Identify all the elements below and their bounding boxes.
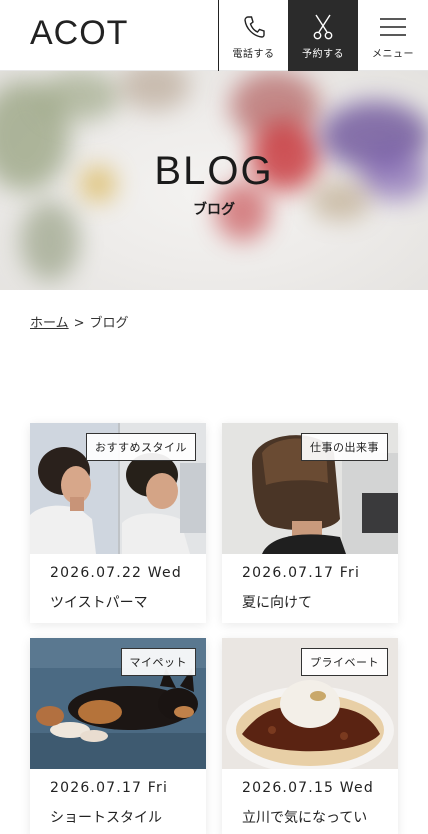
breadcrumb-current: ブログ: [89, 316, 129, 331]
post-date: 2026.07.15 Wed: [242, 780, 374, 796]
blog-card[interactable]: プライベート 2026.07.15 Wed 立川で気になってい: [222, 638, 398, 834]
menu-button[interactable]: メニュー: [358, 0, 428, 71]
post-date: 2026.07.22 Wed: [50, 565, 182, 581]
category-tag[interactable]: おすすめスタイル: [86, 433, 196, 461]
post-title[interactable]: ショートスタイル: [50, 806, 190, 830]
breadcrumb-home-link[interactable]: ホーム: [30, 316, 69, 331]
category-tag[interactable]: 仕事の出来事: [301, 433, 388, 461]
breadcrumb: ホーム > ブログ: [30, 312, 129, 331]
reserve-button[interactable]: 予約する: [288, 0, 358, 71]
site-header: ACOT 電話する 予約する メニュー: [0, 0, 428, 71]
scissors-icon: [312, 14, 334, 40]
menu-label: メニュー: [372, 49, 414, 60]
post-date: 2026.07.17 Fri: [242, 565, 361, 581]
hero-foliage-blob: [40, 71, 120, 121]
page-title: BLOG: [154, 149, 274, 193]
hero-banner: BLOG ブログ: [0, 71, 428, 290]
category-tag[interactable]: マイペット: [120, 648, 196, 676]
tel-button[interactable]: 電話する: [218, 0, 288, 71]
blog-card[interactable]: マイペット 2026.07.17 Fri ショートスタイル: [30, 638, 206, 834]
site-logo[interactable]: ACOT: [30, 14, 128, 53]
phone-icon: [243, 14, 265, 40]
breadcrumb-separator: >: [73, 316, 85, 331]
blog-thumbnail[interactable]: 仕事の出来事: [222, 423, 398, 554]
category-tag[interactable]: プライベート: [301, 648, 388, 676]
post-date: 2026.07.17 Fri: [50, 780, 169, 796]
tel-label: 電話する: [232, 49, 275, 60]
blog-thumbnail[interactable]: マイペット: [30, 638, 206, 769]
post-title[interactable]: 立川で気になってい: [242, 806, 382, 830]
page-subtitle: ブログ: [193, 202, 235, 218]
blog-thumbnail[interactable]: おすすめスタイル: [30, 423, 206, 554]
post-title[interactable]: ツイストパーマ: [50, 591, 190, 615]
post-title[interactable]: 夏に向けて: [242, 591, 382, 615]
hamburger-icon: [379, 14, 407, 40]
blog-card[interactable]: 仕事の出来事 2026.07.17 Fri 夏に向けて: [222, 423, 398, 623]
blog-thumbnail[interactable]: プライベート: [222, 638, 398, 769]
reserve-label: 予約する: [302, 49, 344, 60]
blog-card[interactable]: おすすめスタイル 2026.07.22 Wed ツイストパーマ: [30, 423, 206, 623]
hero-foliage-blob: [120, 71, 190, 111]
